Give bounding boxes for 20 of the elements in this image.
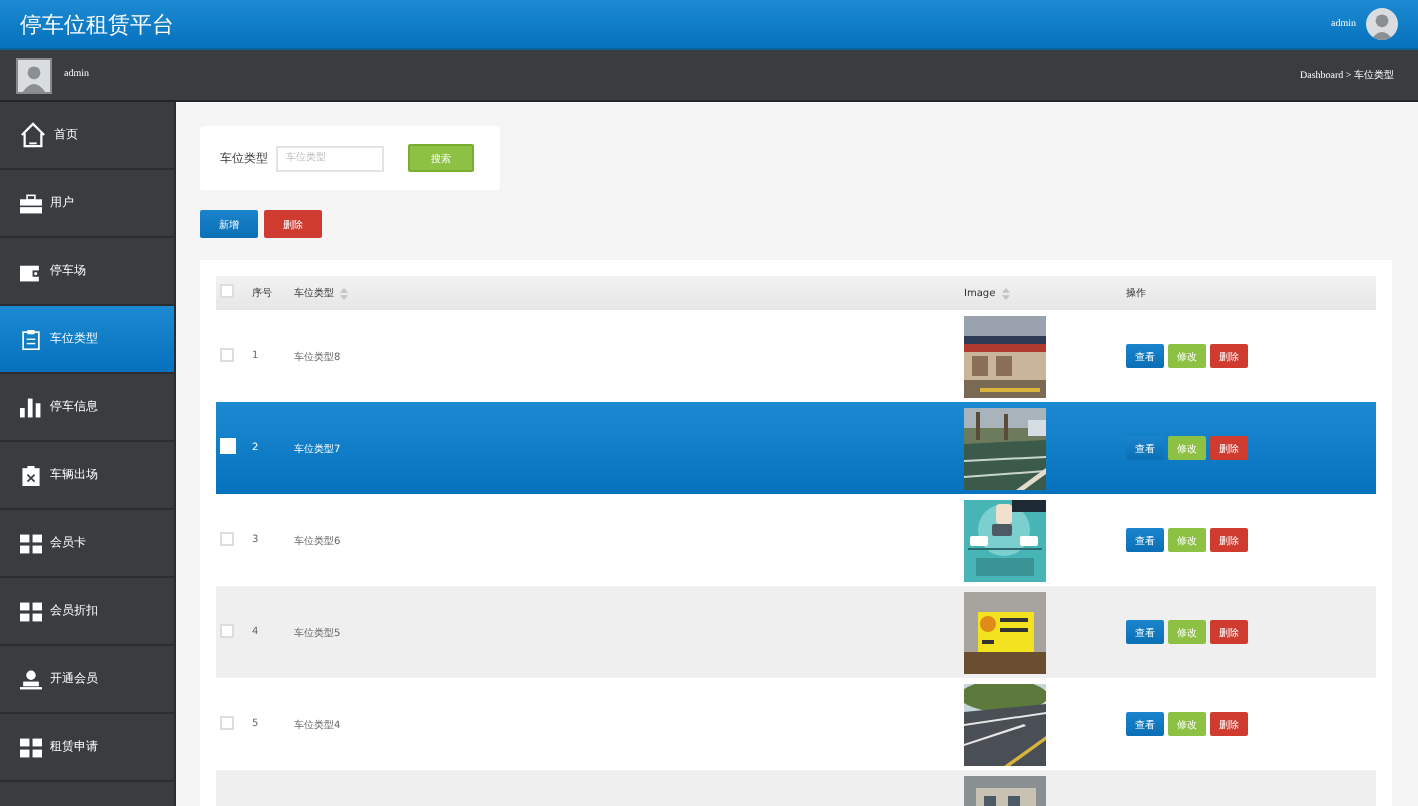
checkbox[interactable]: [220, 623, 234, 637]
briefcase-icon: [20, 193, 42, 213]
checkbox[interactable]: [220, 531, 234, 545]
user-icon: [20, 669, 42, 689]
checkbox[interactable]: [220, 284, 234, 298]
sort-icon: [1001, 287, 1010, 299]
sort-icon: [340, 287, 348, 299]
avatar-icon: [16, 57, 52, 93]
bar-chart-icon: [20, 397, 42, 417]
grid-icon: [20, 533, 42, 553]
app-title: 停车位租赁平台: [20, 9, 174, 39]
wallet-icon: [20, 261, 42, 281]
clipboard-x-icon: [20, 465, 42, 485]
grid-icon: [20, 737, 42, 757]
checkbox[interactable]: [220, 715, 234, 729]
avatar-icon: [1366, 8, 1398, 40]
clipboard-icon: [20, 329, 42, 349]
grid-icon: [20, 601, 42, 621]
checkbox[interactable]: [220, 347, 234, 361]
home-icon: [20, 122, 46, 148]
